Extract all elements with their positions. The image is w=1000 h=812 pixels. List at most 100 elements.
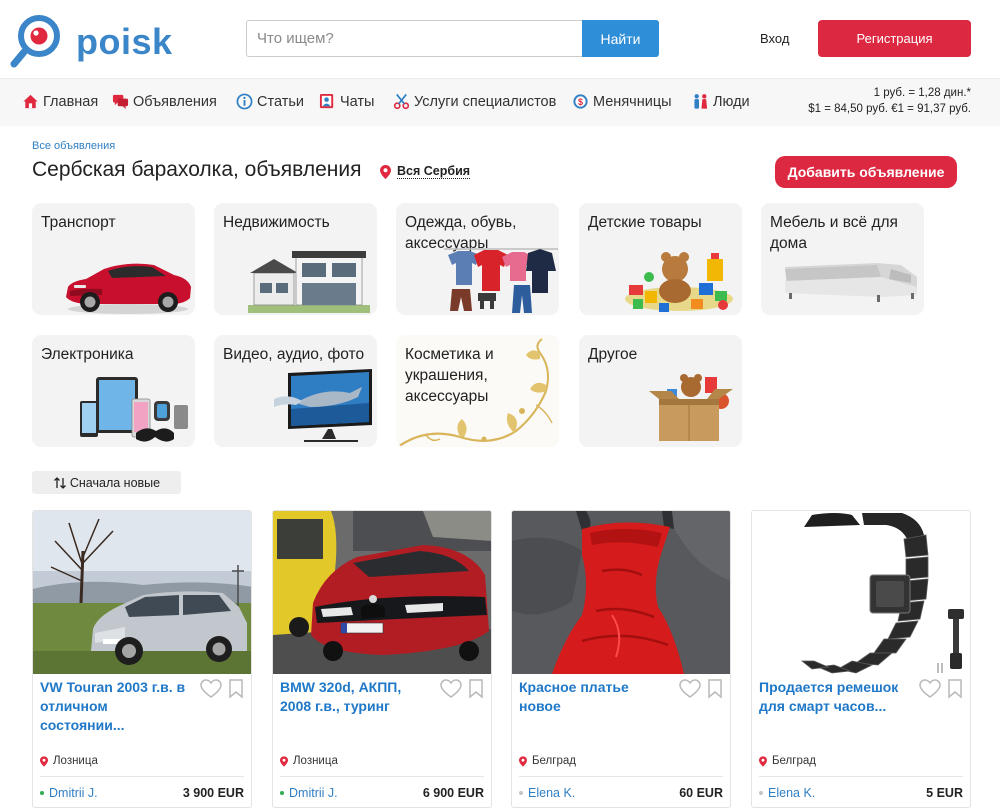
heart-icon[interactable] [919,679,941,699]
register-button[interactable]: Регистрация [818,20,971,57]
listing-title[interactable]: Продается ремешок для смарт часов... [759,678,909,716]
logo[interactable]: poisk [10,14,175,68]
listing-location: Белград [519,755,576,767]
card-divider [519,776,723,777]
login-link[interactable]: Вход [760,31,789,46]
nav-item-label: Статьи [257,93,304,110]
category-electronics[interactable]: Электроника [32,335,195,447]
nav-item-people[interactable]: Люди [692,93,750,110]
nav-item-services[interactable]: Услуги специалистов [393,93,556,110]
nav-item-label: Менячницы [593,93,672,110]
home-icon [23,94,38,109]
nav-item-exchange[interactable]: $ Менячницы [572,93,672,110]
scissors-icon [393,93,410,110]
listing-photo[interactable] [273,511,491,674]
listing-actions [679,679,723,699]
category-video-audio-photo[interactable]: Видео, аудио, фото [214,335,377,447]
seller-status-dot [280,791,284,795]
card-divider [40,776,244,777]
listing-photo[interactable] [752,511,970,674]
chat-icon [319,93,334,109]
site-header: poisk Найти Вход Регистрация [0,0,1000,78]
nav-item-home[interactable]: Главная [22,93,98,110]
listing-card[interactable]: Красное платье новое Белград Elena K. 60… [511,510,731,808]
listing-price: 60 EUR [679,786,723,800]
listing-price: 3 900 EUR [182,786,244,800]
listing-actions [200,679,244,699]
nav-item-label: Услуги специалистов [414,93,557,110]
listing-card[interactable]: VW Touran 2003 г.в. в отличном состоянии… [32,510,252,808]
card-divider [280,776,484,777]
tv-image [274,369,372,442]
category-label: Видео, аудио, фото [223,346,365,363]
search-button[interactable]: Найти [582,20,659,57]
listing-price: 6 900 EUR [422,786,484,800]
nav-item-label: Объявления [133,93,217,110]
listing-photo[interactable] [33,511,251,674]
category-cosmetics[interactable]: Косметика и украшения, аксессуары [396,335,559,447]
card-divider [759,776,963,777]
listing-location: Лозница [40,755,98,767]
heart-icon[interactable] [440,679,462,699]
listing-seller[interactable]: Elena K. [519,786,575,800]
bookmark-icon[interactable] [468,679,484,699]
vw-touran-photo [33,511,251,674]
page-title: Сербская барахолка, объявления [32,158,362,181]
listing-actions [440,679,484,699]
category-clothes[interactable]: Одежда, обувь, аксессуары [396,203,559,315]
region-label: Вся Сербия [397,164,471,179]
nav-item-articles[interactable]: Статьи [236,93,304,110]
house-image [248,251,370,313]
box-image [649,374,733,441]
bookmark-icon[interactable] [228,679,244,699]
category-label: Недвижимость [223,214,330,231]
currency-rates: 1 руб. = 1,28 дин.* $1 = 84,50 руб. €1 =… [808,85,971,117]
seller-status-dot [519,791,523,795]
listing-city: Лозница [53,755,98,767]
add-listing-button[interactable]: Добавить объявление [775,156,957,188]
listing-title[interactable]: Красное платье новое [519,678,669,716]
bookmark-icon[interactable] [947,679,963,699]
listing-city: Белград [532,755,576,767]
watch-strap-photo [752,511,970,674]
seller-name: Elena K. [528,786,576,800]
category-label: Другое [588,346,638,363]
seller-name: Dmitrii J. [289,786,338,800]
nav-item-ads[interactable]: Объявления [112,93,217,110]
heart-icon[interactable] [200,679,222,699]
listing-seller[interactable]: Elena K. [759,786,815,800]
sports-car-image [66,263,191,314]
rate-usd-eur: $1 = 84,50 руб. €1 = 91,37 руб. [808,103,971,115]
search-input[interactable] [246,20,583,57]
location-pin-icon [40,755,48,767]
category-transport[interactable]: Транспорт [32,203,195,315]
people-icon [694,94,708,109]
breadcrumb-all-ads[interactable]: Все объявления [32,140,115,152]
region-selector[interactable]: Вся Сербия [380,164,471,179]
listing-city: Лозница [293,755,338,767]
category-label: Мебель и всё для дома [770,214,898,252]
heart-icon[interactable] [679,679,701,699]
category-kids[interactable]: Детские товары [579,203,742,315]
listing-card[interactable]: BMW 320d, АКПП, 2008 г.в., туринг Лозниц… [272,510,492,808]
listing-title[interactable]: BMW 320d, АКПП, 2008 г.в., туринг [280,678,430,716]
category-label: Транспорт [41,214,116,231]
listing-location: Белград [759,755,816,767]
listing-price: 5 EUR [926,786,963,800]
category-real-estate[interactable]: Недвижимость [214,203,377,315]
listing-card[interactable]: Продается ремешок для смарт часов... Бел… [751,510,971,808]
listing-photo[interactable] [512,511,730,674]
location-pin-icon [280,755,288,767]
category-label: Электроника [41,346,134,363]
seller-name: Elena K. [768,786,816,800]
category-other[interactable]: Другое [579,335,742,447]
sort-button[interactable]: Сначала новые [32,471,181,494]
listing-seller[interactable]: Dmitrii J. [280,786,338,800]
info-icon [236,93,253,110]
category-furniture[interactable]: Мебель и всё для дома [761,203,924,315]
listing-seller[interactable]: Dmitrii J. [40,786,98,800]
listing-title[interactable]: VW Touran 2003 г.в. в отличном состоянии… [40,678,190,735]
nav-item-chats[interactable]: Чаты [319,93,374,110]
ads-icon [112,94,129,110]
bookmark-icon[interactable] [707,679,723,699]
